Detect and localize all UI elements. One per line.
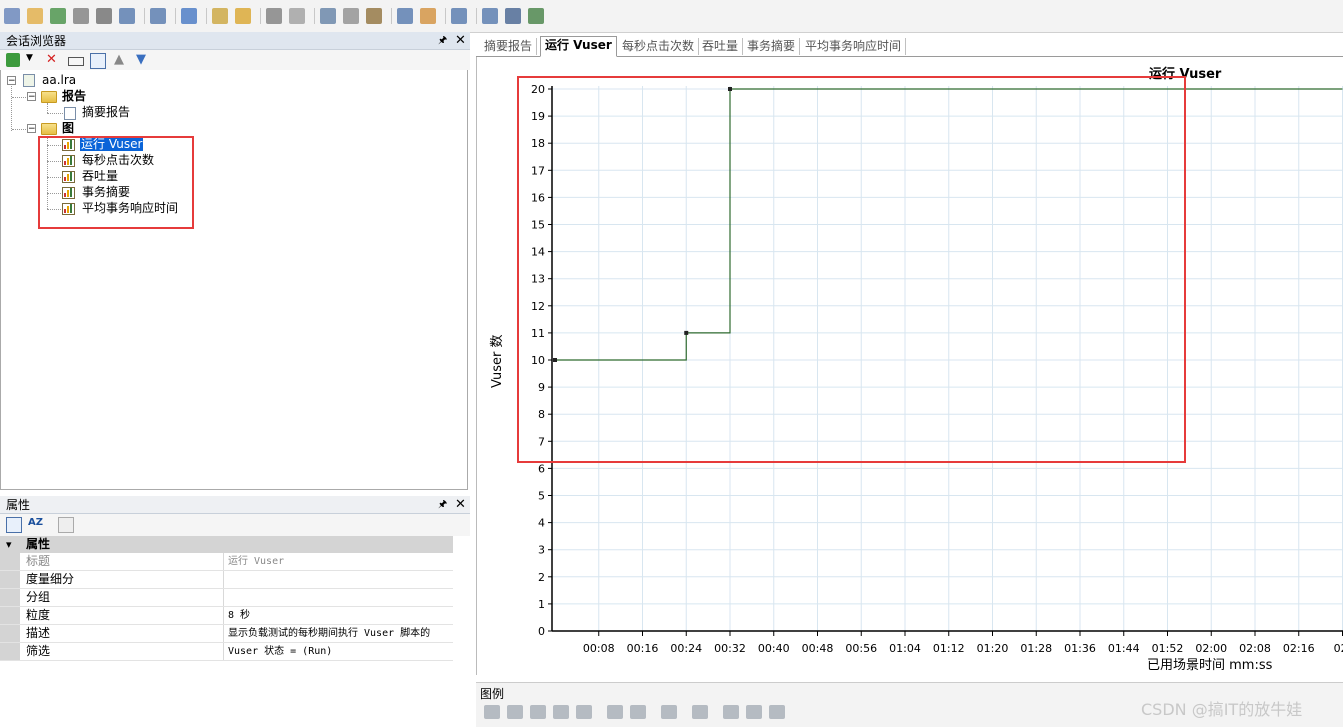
grid-icon[interactable]	[528, 8, 544, 24]
add-icon[interactable]	[6, 53, 20, 67]
show-in-graph-icon[interactable]	[661, 705, 677, 719]
legend-title: 图例	[480, 687, 505, 701]
graph-tabs: 摘要报告 运行 Vuser 每秒点击次数 吞吐量 事务摘要 平均事务响应时间	[476, 36, 1343, 57]
properties-title: 属性	[6, 498, 31, 512]
tree-root[interactable]: aa.lra	[42, 72, 76, 88]
close-icon[interactable]: ✕	[455, 496, 466, 514]
export-legend-icon[interactable]	[769, 705, 785, 719]
properties-panel: 属性 🖈 ✕ AZ ▾ 属性 标题 运行 Vuser 度量细分 分组 粒度 8 秒描述 显示…	[0, 496, 470, 726]
sort-desc-icon[interactable]	[630, 705, 646, 719]
tab-4[interactable]: 事务摘要	[743, 38, 801, 55]
property-category[interactable]: ▾ 属性	[0, 536, 453, 553]
move-down-legend-icon[interactable]	[746, 705, 762, 719]
property-row[interactable]: 标题 运行 Vuser	[0, 553, 453, 571]
property-grid: ▾ 属性 标题 运行 Vuser 度量细分 分组 粒度 8 秒描述 显示负载测试的每秒期间执…	[0, 536, 453, 661]
tree-item-summary-report[interactable]: 摘要报告	[82, 104, 130, 120]
property-value[interactable]: 显示负载测试的每秒期间执行 Vuser 脚本的	[228, 625, 453, 642]
auto-correlate-icon[interactable]	[366, 8, 382, 24]
tab-1[interactable]: 运行 Vuser	[540, 36, 617, 57]
property-row[interactable]: 分组	[0, 589, 453, 607]
tab-5[interactable]: 平均事务响应时间	[801, 38, 907, 55]
properties-header: 属性 🖈 ✕	[0, 496, 470, 514]
collapse-icon[interactable]: −	[27, 124, 36, 134]
hide-icon[interactable]	[507, 705, 523, 719]
new-session-icon[interactable]	[27, 8, 43, 24]
folder-icon	[41, 91, 57, 103]
highlight-box-graph-list	[38, 136, 194, 229]
rename-icon[interactable]	[68, 57, 84, 66]
redo-icon[interactable]	[289, 8, 305, 24]
y-axis-label: Vuser 数	[490, 334, 505, 389]
undo-icon[interactable]	[266, 8, 282, 24]
filter-icon[interactable]	[181, 8, 197, 24]
tree-reports-folder[interactable]: 报告	[62, 88, 86, 104]
highlight-icon[interactable]	[530, 705, 546, 719]
set-filter-icon[interactable]	[343, 8, 359, 24]
session-browser-header: 会话浏览器 🖈 ✕	[0, 32, 470, 50]
granularity-icon[interactable]	[505, 8, 521, 24]
property-key: 粒度	[0, 607, 224, 624]
move-up-icon[interactable]: ▲	[114, 53, 128, 67]
property-key: 标题	[0, 553, 224, 570]
delete-icon[interactable]: ✕	[46, 53, 60, 67]
property-value[interactable]: Vuser 状态 = (Run)	[228, 643, 453, 660]
close-icon[interactable]: ✕	[455, 32, 466, 50]
add-graph-icon[interactable]	[50, 8, 66, 24]
copy-icon[interactable]	[90, 53, 106, 69]
analysis-file-icon	[23, 74, 35, 87]
collapse-icon[interactable]: ▾	[6, 536, 12, 553]
property-row[interactable]: 度量细分	[0, 571, 453, 589]
dropdown-arrow-icon[interactable]: ▼	[26, 53, 40, 67]
property-row[interactable]: 描述 显示负载测试的每秒期间执行 Vuser 脚本的	[0, 625, 453, 643]
property-key: 分组	[0, 589, 224, 606]
property-key: 度量细分	[0, 571, 224, 588]
property-key: 描述	[0, 625, 224, 642]
categorized-icon[interactable]	[6, 517, 22, 533]
x-axis-label: 已用场景时间 mm:ss	[1147, 658, 1273, 673]
session-tree: − aa.lra − 报告 摘要报告 − 图 运行 Vuser 每秒点击次数 吞…	[0, 70, 468, 490]
tree-graphs-folder[interactable]: 图	[62, 120, 74, 136]
properties-toolbar: AZ	[0, 514, 470, 536]
show-all-icon[interactable]	[484, 705, 500, 719]
move-down-icon[interactable]: ▼	[136, 53, 150, 67]
print-icon[interactable]	[96, 8, 112, 24]
property-value[interactable]: 8 秒	[228, 607, 453, 624]
tab-2[interactable]: 每秒点击次数	[618, 38, 700, 55]
report-icon	[64, 107, 76, 120]
folder-icon	[41, 123, 57, 135]
collapse-icon[interactable]: −	[7, 76, 16, 86]
watermark: CSDN @搞IT的放牛娃	[1141, 700, 1303, 719]
save-icon[interactable]	[73, 8, 89, 24]
property-value[interactable]: 运行 Vuser	[228, 553, 453, 570]
property-row[interactable]: 筛选 Vuser 状态 = (Run)	[0, 643, 453, 661]
main-toolbar	[0, 0, 1343, 33]
compare-icon[interactable]	[397, 8, 413, 24]
export-icon[interactable]	[119, 8, 135, 24]
sort-az-icon[interactable]: AZ	[28, 517, 43, 531]
tab-3[interactable]: 吞吐量	[698, 38, 744, 55]
property-pages-icon[interactable]	[58, 517, 74, 533]
merge-graphs-icon[interactable]	[212, 8, 228, 24]
collapse-icon[interactable]: −	[27, 92, 36, 102]
highlight-box-chart	[517, 76, 1186, 463]
property-key: 筛选	[0, 643, 224, 660]
property-row[interactable]: 粒度 8 秒	[0, 607, 453, 625]
sort-asc-icon[interactable]	[607, 705, 623, 719]
move-up-legend-icon[interactable]	[723, 705, 739, 719]
view-raw-data-icon[interactable]	[482, 8, 498, 24]
html-report-icon[interactable]	[451, 8, 467, 24]
open-session-icon[interactable]	[4, 8, 20, 24]
apply-template-icon[interactable]	[420, 8, 436, 24]
reports-icon[interactable]	[235, 8, 251, 24]
tab-0[interactable]: 摘要报告	[480, 38, 538, 55]
columns-icon[interactable]	[692, 705, 708, 719]
clear-filter-icon[interactable]	[320, 8, 336, 24]
session-browser-title: 会话浏览器	[6, 34, 67, 48]
filter-legend-icon[interactable]	[576, 705, 592, 719]
pin-icon[interactable]: 🖈	[438, 32, 447, 50]
copy-icon[interactable]	[150, 8, 166, 24]
pin-icon[interactable]: 🖈	[438, 496, 447, 514]
session-browser-toolbar: ▼ ✕ ▲ ▼	[0, 50, 470, 70]
configure-icon[interactable]	[553, 705, 569, 719]
